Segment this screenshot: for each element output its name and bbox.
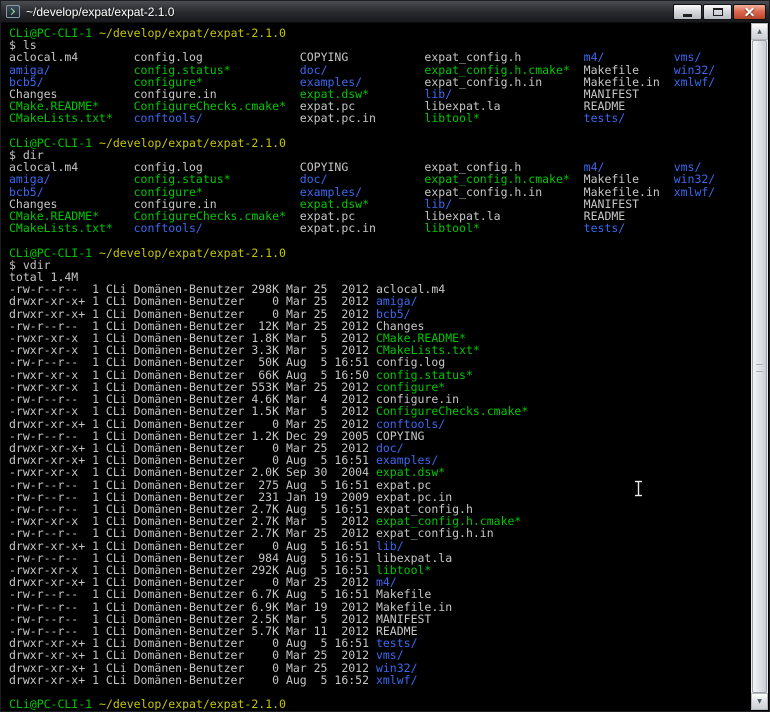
terminal-window: ~/develop/expat/expat-2.1.0 CLi@PC-CLI-1…	[0, 0, 770, 712]
window-title: ~/develop/expat/expat-2.1.0	[26, 4, 175, 19]
scrollbar-thumb[interactable]	[752, 40, 767, 693]
arrow-down-icon: ▼	[757, 697, 762, 705]
terminal-line: drwxr-xr-x+ 1 CLi Domänen-Benutzer 0 Aug…	[9, 672, 418, 687]
scroll-down-button[interactable]: ▼	[751, 693, 768, 710]
maximize-icon	[712, 7, 723, 16]
mintty-app-icon[interactable]	[6, 5, 20, 18]
arrow-up-icon: ▲	[757, 27, 762, 35]
minimize-button[interactable]	[673, 3, 702, 20]
terminal-line: CMakeLists.txt* conftools/ expat.pc.in l…	[9, 221, 674, 236]
close-button[interactable]	[733, 3, 766, 20]
terminal-line: CLi@PC-CLI-1 ~/develop/expat/expat-2.1.0	[9, 135, 286, 150]
scrollbar[interactable]: ▲ ▼	[751, 23, 768, 710]
window-controls	[673, 3, 766, 20]
maximize-button[interactable]	[703, 3, 732, 20]
terminal-line: CLi@PC-CLI-1 ~/develop/expat/expat-2.1.0	[9, 245, 286, 260]
minimize-icon	[683, 13, 692, 17]
terminal-output[interactable]: CLi@PC-CLI-1 ~/develop/expat/expat-2.1.0…	[2, 23, 751, 710]
close-icon	[744, 6, 755, 17]
terminal-line: $ vdir	[9, 257, 51, 272]
terminal-line: CMakeLists.txt* conftools/ expat.pc.in l…	[9, 111, 674, 126]
terminal-line: CLi@PC-CLI-1 ~/develop/expat/expat-2.1.0	[9, 26, 286, 40]
titlebar[interactable]: ~/develop/expat/expat-2.1.0	[1, 1, 769, 23]
terminal-line: CLi@PC-CLI-1 ~/develop/expat/expat-2.1.0	[9, 697, 286, 710]
scroll-up-button[interactable]: ▲	[751, 23, 768, 40]
